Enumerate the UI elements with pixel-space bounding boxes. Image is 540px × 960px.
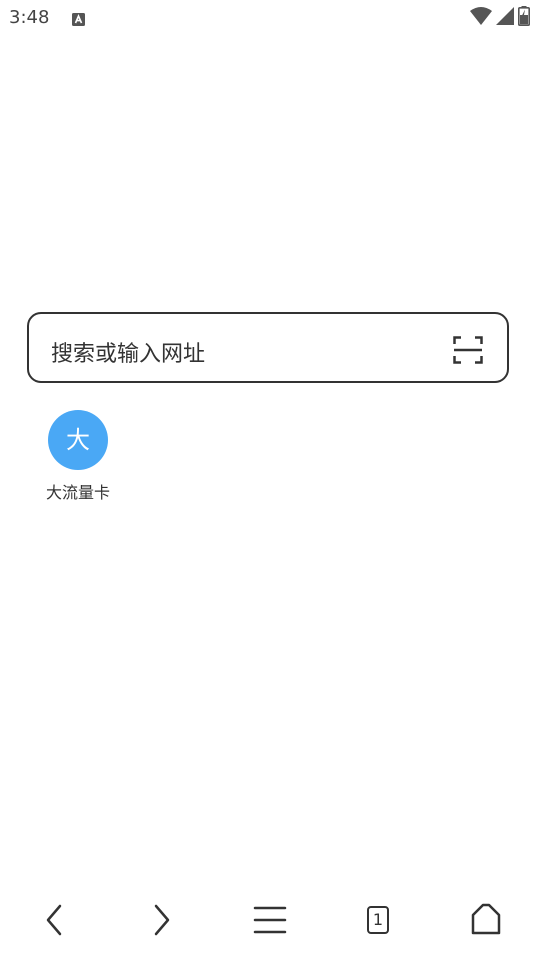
forward-button[interactable]	[142, 900, 182, 940]
bottom-nav: 1	[0, 880, 540, 960]
a-notification-icon	[72, 11, 85, 26]
tabs-button[interactable]: 1	[358, 900, 398, 940]
home-button[interactable]	[466, 900, 506, 940]
quick-link-label: 大流量卡	[45, 483, 110, 502]
home-icon	[471, 903, 501, 935]
status-bar: 3:48	[0, 0, 540, 36]
status-icons	[470, 6, 530, 30]
search-placeholder: 搜索或输入网址	[51, 342, 206, 367]
signal-icon	[496, 7, 514, 29]
menu-button[interactable]	[250, 900, 290, 940]
menu-icon	[253, 906, 287, 934]
quick-link-icon: 大	[48, 410, 108, 470]
scan-icon[interactable]	[453, 336, 483, 364]
back-button[interactable]	[34, 900, 74, 940]
forward-icon	[154, 904, 170, 936]
quick-link-item[interactable]: 大 大流量卡	[40, 410, 116, 503]
tab-count: 1	[367, 906, 389, 934]
battery-charging-icon	[518, 6, 530, 30]
status-time: 3:48	[9, 7, 50, 28]
search-input[interactable]: 搜索或输入网址	[27, 312, 509, 383]
back-icon	[46, 904, 62, 936]
wifi-icon	[470, 7, 492, 29]
